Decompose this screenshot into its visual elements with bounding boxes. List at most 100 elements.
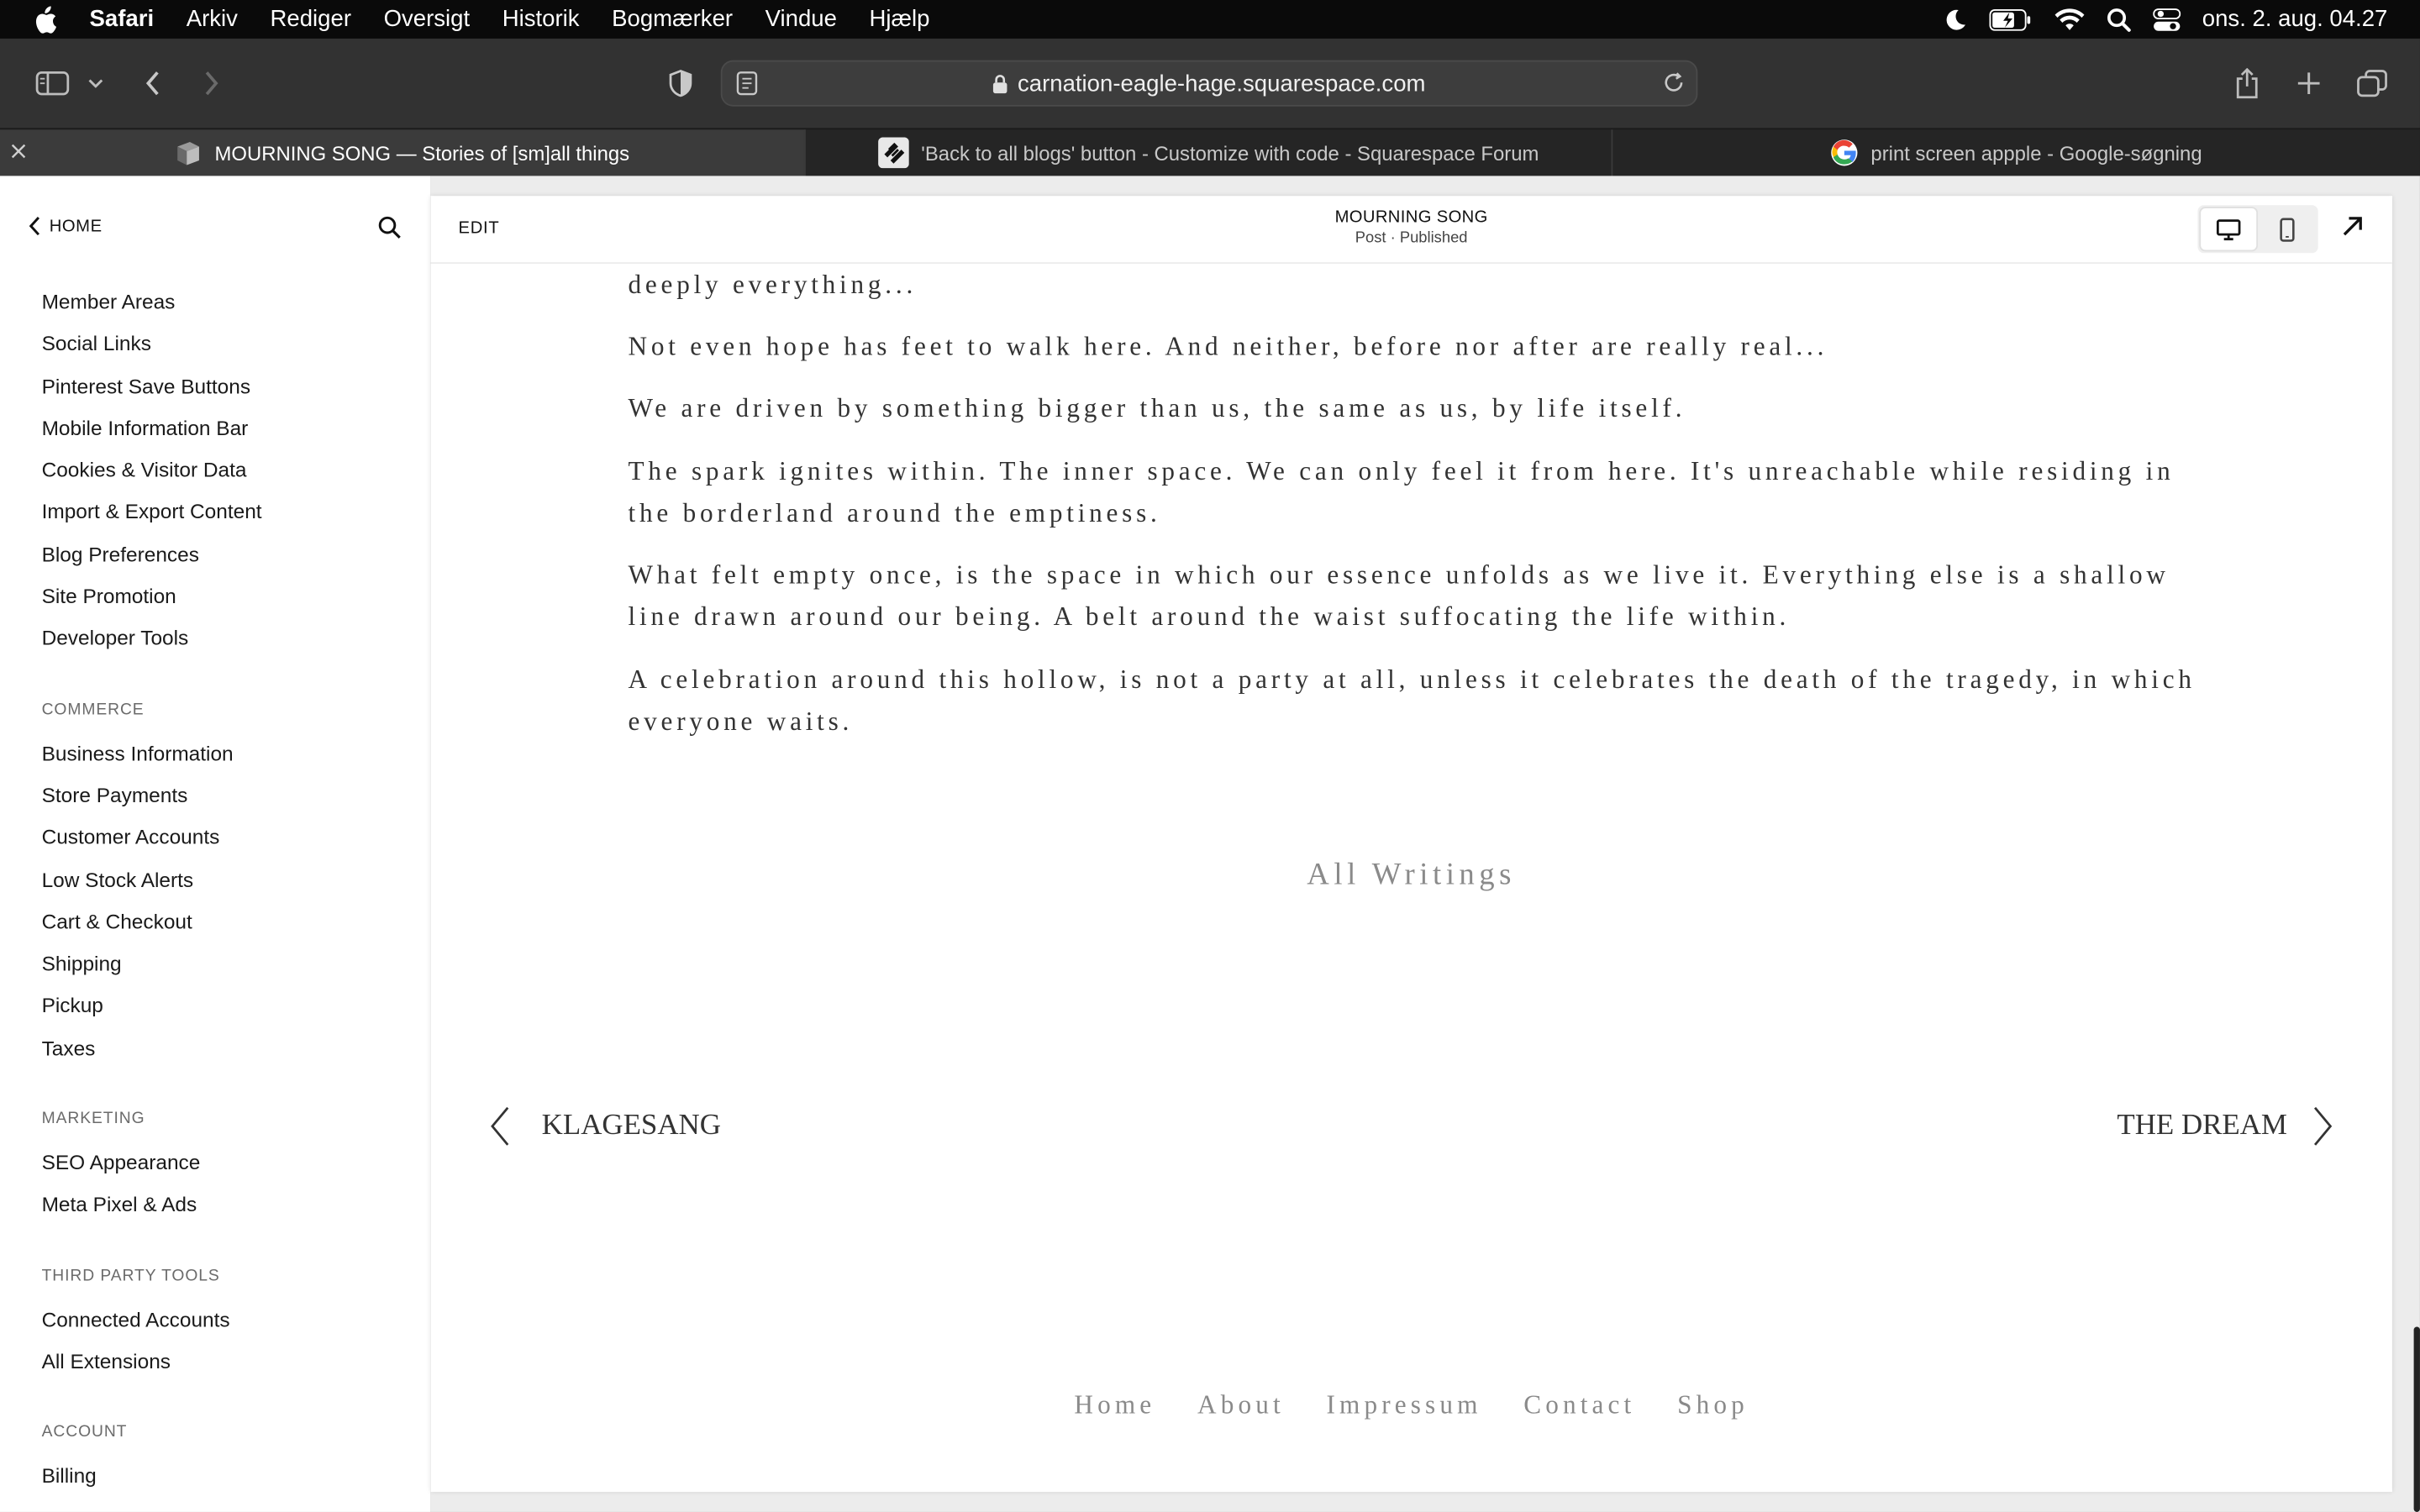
sidebar-item-site-promotion[interactable]: Site Promotion xyxy=(42,575,262,617)
home-label: HOME xyxy=(49,217,103,236)
previous-post-link[interactable]: KLAGESANG xyxy=(489,1106,721,1147)
device-view-toggle xyxy=(2197,205,2318,254)
all-writings-link[interactable]: All Writings xyxy=(430,858,2391,893)
tab-google-search[interactable]: print screen appple - Google-søgning xyxy=(1612,129,2420,176)
previous-post-title: KLAGESANG xyxy=(541,1109,721,1142)
squarespace-icon xyxy=(877,137,909,169)
post-paragraph: We are driven by something bigger than u… xyxy=(628,393,1686,423)
share-icon[interactable] xyxy=(2232,39,2263,129)
menu-safari[interactable]: Safari xyxy=(90,6,155,32)
mobile-view-icon[interactable] xyxy=(2260,208,2315,250)
sidebar-item-cookies-visitor-data[interactable]: Cookies & Visitor Data xyxy=(42,449,262,491)
footer-link-home[interactable]: Home xyxy=(1074,1390,1155,1420)
new-tab-icon[interactable] xyxy=(2293,39,2324,129)
spotlight-search-icon[interactable] xyxy=(2107,7,2131,31)
menu-bar: Safari Arkiv Rediger Oversigt Historik B… xyxy=(0,0,2420,39)
next-post-link[interactable]: THE DREAM xyxy=(2117,1106,2333,1147)
site-preview-panel: EDIT MOURNING SONG Post · Published deep… xyxy=(430,196,2392,1493)
tab-mourning-song[interactable]: MOURNING SONG — Stories of [sm]all thing… xyxy=(0,129,806,176)
menu-arkiv[interactable]: Arkiv xyxy=(187,6,238,32)
browser-toolbar: carnation-eagle-hage.squarespace.com xyxy=(0,38,2420,129)
footer-link-impressum[interactable]: Impressum xyxy=(1327,1390,1482,1420)
settings-list: Member Areas Social Links Pinterest Save… xyxy=(42,281,262,1497)
wifi-icon[interactable] xyxy=(2054,8,2085,31)
search-icon[interactable] xyxy=(378,216,402,247)
sidebar-item-shipping[interactable]: Shipping xyxy=(42,943,262,985)
post-paragraph: What felt empty once, is the space in wh… xyxy=(628,559,2170,632)
sidebar-item-store-payments[interactable]: Store Payments xyxy=(42,774,262,816)
chevron-left-icon xyxy=(491,1106,509,1146)
sidebar-item-all-extensions[interactable]: All Extensions xyxy=(42,1341,262,1383)
menu-bogmaerker[interactable]: Bogmærker xyxy=(612,6,733,32)
section-heading-commerce: COMMERCE xyxy=(41,700,145,719)
post-paragraph: Not even hope has feet to walk here. And… xyxy=(628,331,1828,361)
sidebar-item-pickup[interactable]: Pickup xyxy=(42,985,262,1027)
forward-icon[interactable] xyxy=(197,39,225,129)
home-back-button[interactable]: HOME xyxy=(28,216,103,236)
sidebar-item-business-information[interactable]: Business Information xyxy=(42,732,262,774)
menu-vindue[interactable]: Vindue xyxy=(765,6,837,32)
sidebar-item-developer-tools[interactable]: Developer Tools xyxy=(42,617,262,659)
post-status: Post · Published xyxy=(1355,229,1468,247)
post-paragraph: The spark ignites within. The inner spac… xyxy=(628,456,2175,528)
chevron-right-icon xyxy=(2313,1106,2333,1146)
footer-link-contact[interactable]: Contact xyxy=(1523,1390,1635,1420)
section-heading-third-party-tools: THIRD PARTY TOOLS xyxy=(41,1266,220,1285)
editor-header: EDIT MOURNING SONG Post · Published xyxy=(430,196,2392,265)
url-text[interactable]: carnation-eagle-hage.squarespace.com xyxy=(1018,71,1426,97)
focus-moon-icon[interactable] xyxy=(1943,7,1967,31)
apple-icon[interactable] xyxy=(31,4,59,35)
post-paragraph: deeply everything... xyxy=(628,270,918,300)
sidebar-item-billing[interactable]: Billing xyxy=(42,1455,262,1497)
sidebar-item-seo-appearance[interactable]: SEO Appearance xyxy=(42,1142,262,1184)
chevron-left-icon xyxy=(29,216,40,236)
privacy-shield-icon[interactable] xyxy=(666,39,697,129)
next-post-title: THE DREAM xyxy=(2117,1109,2287,1142)
section-heading-account: ACCOUNT xyxy=(41,1422,128,1441)
chevron-down-icon[interactable] xyxy=(87,39,105,129)
menu-historik[interactable]: Historik xyxy=(502,6,580,32)
tab-title: 'Back to all blogs' button - Customize w… xyxy=(921,141,1539,165)
sidebar-item-member-areas[interactable]: Member Areas xyxy=(42,281,262,323)
sidebar-item-social-links[interactable]: Social Links xyxy=(42,323,262,365)
section-heading-marketing: MARKETING xyxy=(41,1109,145,1128)
scrollbar-thumb[interactable] xyxy=(2413,1326,2420,1512)
sidebar-item-taxes[interactable]: Taxes xyxy=(42,1027,262,1069)
sidebar-item-import-export-content[interactable]: Import & Export Content xyxy=(42,491,262,533)
tab-title: print screen appple - Google-søgning xyxy=(1870,141,2202,165)
footer-link-shop[interactable]: Shop xyxy=(1677,1390,1749,1420)
tab-title: MOURNING SONG — Stories of [sm]all thing… xyxy=(214,141,630,165)
sidebar-item-pinterest-save-buttons[interactable]: Pinterest Save Buttons xyxy=(42,365,262,407)
tab-overview-icon[interactable] xyxy=(2355,39,2389,129)
sidebar-item-customer-accounts[interactable]: Customer Accounts xyxy=(42,816,262,858)
address-bar[interactable]: carnation-eagle-hage.squarespace.com xyxy=(720,60,1698,107)
menu-rediger[interactable]: Rediger xyxy=(271,6,351,32)
post-title: MOURNING SONG xyxy=(1334,207,1488,227)
desktop-view-icon[interactable] xyxy=(2201,207,2257,250)
control-center-icon[interactable] xyxy=(2152,7,2181,31)
footer-navigation: Home About Impressum Contact Shop xyxy=(430,1390,2391,1421)
settings-sidebar: HOME Member Areas Social Links Pinterest… xyxy=(0,176,431,1512)
reload-icon[interactable] xyxy=(1662,71,1686,102)
battery-icon[interactable] xyxy=(1989,8,2032,30)
sidebar-toggle-icon[interactable] xyxy=(34,39,71,129)
arrow-up-right-icon[interactable] xyxy=(2341,214,2365,245)
post-paragraph: A celebration around this hollow, is not… xyxy=(628,664,2196,737)
menu-clock[interactable]: ons. 2. aug. 04.27 xyxy=(2202,6,2388,32)
back-icon[interactable] xyxy=(139,39,166,129)
tab-squarespace-forum[interactable]: 'Back to all blogs' button - Customize w… xyxy=(806,129,1613,176)
sidebar-item-low-stock-alerts[interactable]: Low Stock Alerts xyxy=(42,858,262,900)
page-icon xyxy=(175,139,203,166)
footer-link-about[interactable]: About xyxy=(1197,1390,1285,1420)
sidebar-item-mobile-information-bar[interactable]: Mobile Information Bar xyxy=(42,407,262,449)
lock-icon xyxy=(993,73,1008,93)
tab-bar: MOURNING SONG — Stories of [sm]all thing… xyxy=(0,128,2420,176)
sidebar-item-blog-preferences[interactable]: Blog Preferences xyxy=(42,533,262,575)
sidebar-item-cart-checkout[interactable]: Cart & Checkout xyxy=(42,900,262,942)
menu-hjaelp[interactable]: Hjælp xyxy=(870,6,930,32)
google-icon xyxy=(1831,139,1859,166)
close-tab-icon[interactable] xyxy=(11,140,26,164)
sidebar-item-meta-pixel-ads[interactable]: Meta Pixel & Ads xyxy=(42,1184,262,1226)
sidebar-item-connected-accounts[interactable]: Connected Accounts xyxy=(42,1299,262,1341)
menu-oversigt[interactable]: Oversigt xyxy=(384,6,471,32)
